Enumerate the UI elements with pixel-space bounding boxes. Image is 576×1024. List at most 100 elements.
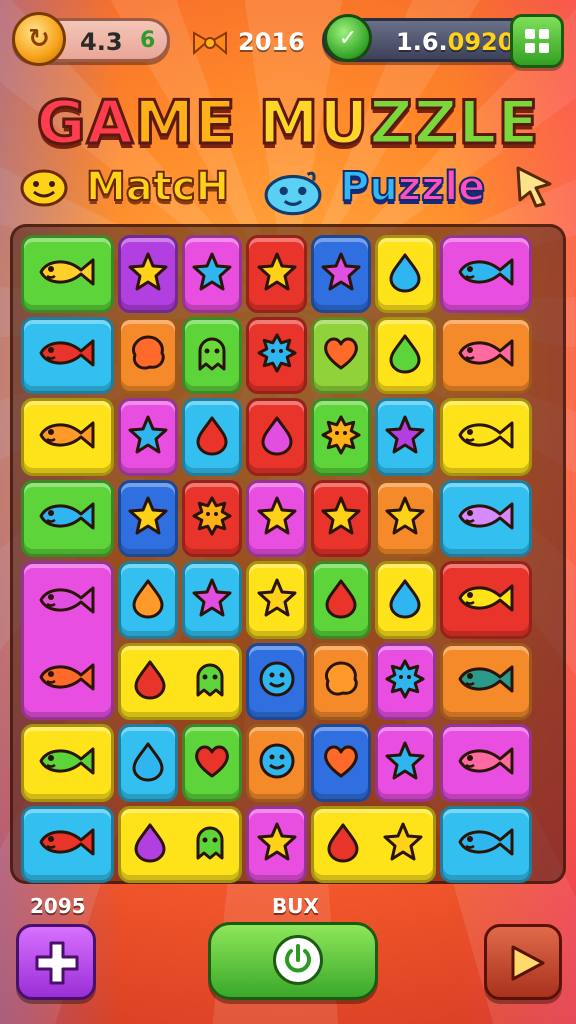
board-tile-r6-c6[interactable] (439, 642, 533, 720)
burst-piece-icon (257, 333, 297, 377)
drop-piece-icon (385, 252, 425, 296)
board-tile-r4-c2[interactable] (117, 479, 178, 557)
board-tile-r2-c4[interactable] (246, 316, 307, 394)
game-title: GAME MUZZLE (0, 87, 576, 160)
board-tile-r8-c4[interactable] (310, 805, 436, 883)
play-action-button[interactable] (208, 922, 378, 1000)
next-button[interactable] (484, 924, 562, 1000)
gem-count-accent: 0920 (447, 28, 515, 56)
leaf-icon[interactable]: ✓ (324, 14, 372, 62)
board-tile-r5-c7[interactable] (439, 561, 533, 639)
board-tile-r5-c4[interactable] (246, 561, 307, 639)
board-tile-r5-c3[interactable] (182, 561, 243, 639)
board-tile-r2-c1[interactable] (21, 316, 114, 394)
coin-count: 4.3 (80, 28, 123, 56)
fish-piece-icon (36, 822, 98, 866)
board-tile-r7-c3[interactable] (182, 724, 243, 802)
burst-piece-icon (192, 496, 232, 540)
board-tile-r1-c5[interactable] (310, 235, 372, 313)
drop-piece-icon (130, 659, 170, 703)
drop-piece-icon (385, 578, 425, 622)
coin-bonus: 6 (140, 28, 156, 53)
title-part-4: ZZLE (368, 87, 540, 160)
drop-piece-icon (192, 415, 232, 459)
board-tile-r5-c6[interactable] (375, 561, 436, 639)
board-tile-r4-c5[interactable] (310, 479, 372, 557)
blue-fish-face-icon (264, 171, 322, 216)
smiley-face-icon (20, 169, 68, 207)
board-tile-r7-c1[interactable] (21, 724, 114, 802)
board-tile-r1-c3[interactable] (182, 235, 243, 313)
board-tile-r7-c7[interactable] (439, 724, 533, 802)
board-tile-r3-c4[interactable] (246, 398, 307, 476)
board-tile-r8-c2[interactable] (117, 805, 243, 883)
board-tile-r1-c7[interactable] (439, 235, 533, 313)
board-tile-r3-c1[interactable] (21, 398, 114, 476)
ghost-piece-icon (190, 659, 230, 703)
star-piece-icon (321, 252, 361, 296)
board-tile-r2-c7[interactable] (439, 316, 533, 394)
burst-piece-icon (321, 415, 361, 459)
candy-count: 2016 (238, 28, 305, 56)
puzzle-plus-icon (35, 941, 79, 985)
board-tile-r4-c4[interactable] (246, 479, 307, 557)
board-tile-r6-c2[interactable] (117, 642, 243, 720)
board-tile-r7-c2[interactable] (117, 724, 178, 802)
add-puzzle-button[interactable] (16, 924, 96, 1000)
coin-icon[interactable]: ↻ (12, 12, 66, 66)
fish-piece-icon (455, 333, 517, 377)
board-tile-r8-c5[interactable] (439, 805, 533, 883)
board-tile-r1-c2[interactable] (117, 235, 178, 313)
board-tile-r4-c6[interactable] (375, 479, 436, 557)
board-tile-r5-c1[interactable] (21, 561, 114, 720)
fish-piece-icon (455, 415, 517, 459)
fish-piece-icon (455, 822, 517, 866)
ghost-piece-icon (190, 822, 230, 866)
board-tile-r1-c6[interactable] (375, 235, 436, 313)
board-tile-r7-c4[interactable] (246, 724, 307, 802)
star-piece-icon (257, 578, 297, 622)
ghost-piece-icon (192, 333, 232, 377)
board-tile-r1-c1[interactable] (21, 235, 114, 313)
subtitle: MatcH Puzzle (0, 162, 576, 216)
fish-piece-icon (36, 333, 98, 377)
fish-piece-icon (455, 659, 517, 703)
board-tile-r3-c2[interactable] (117, 398, 178, 476)
board-tile-r3-c7[interactable] (439, 398, 533, 476)
subtitle-match: MatcH (85, 163, 230, 211)
grid-menu-button[interactable] (510, 14, 564, 68)
board-tile-r4-c1[interactable] (21, 479, 114, 557)
fish-piece-icon (36, 252, 98, 296)
subtitle-puzzle-a: Pu (339, 163, 399, 211)
board-tile-r3-c6[interactable] (375, 398, 436, 476)
board-tile-r4-c3[interactable] (182, 479, 243, 557)
board-tile-r8-c3[interactable] (246, 805, 307, 883)
fish-piece-icon (36, 580, 98, 624)
blob-piece-icon (321, 659, 361, 703)
board-tile-r2-c6[interactable] (375, 316, 436, 394)
board-tile-r2-c3[interactable] (182, 316, 243, 394)
star-piece-icon (385, 741, 425, 785)
board-tile-r6-c5[interactable] (375, 642, 436, 720)
board-tile-r2-c5[interactable] (310, 316, 372, 394)
star-piece-icon (257, 252, 297, 296)
board-tile-r5-c2[interactable] (117, 561, 178, 639)
board-tile-r1-c4[interactable] (246, 235, 307, 313)
board-tile-r3-c5[interactable] (310, 398, 372, 476)
board-tile-r8-c1[interactable] (21, 805, 114, 883)
board-tile-r6-c4[interactable] (310, 642, 372, 720)
heart-piece-icon (321, 741, 361, 785)
board-tile-r4-c7[interactable] (439, 479, 533, 557)
game-board (10, 224, 566, 884)
board-tile-r2-c2[interactable] (117, 316, 178, 394)
board-tile-r5-c5[interactable] (310, 561, 372, 639)
board-tile-r7-c6[interactable] (375, 724, 436, 802)
star-piece-icon (257, 496, 297, 540)
candy-icon (193, 31, 227, 56)
drop-piece-icon (128, 741, 168, 785)
drop-piece-icon (257, 415, 297, 459)
board-tile-r7-c5[interactable] (310, 724, 372, 802)
board-tile-r6-c3[interactable] (246, 642, 307, 720)
board-tile-r3-c3[interactable] (182, 398, 243, 476)
star-piece-icon (385, 496, 425, 540)
